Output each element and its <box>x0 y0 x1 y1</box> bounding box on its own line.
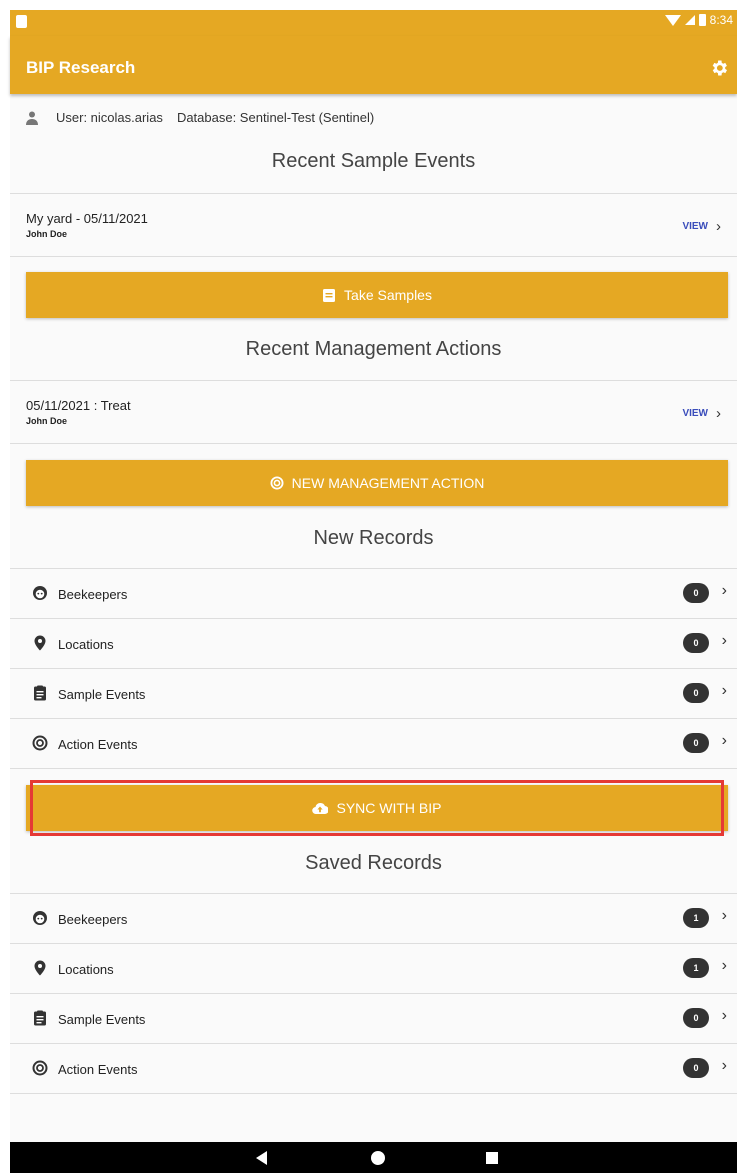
chevron-right-icon: › <box>721 682 727 699</box>
chevron-right-icon: › <box>721 907 727 924</box>
recent-action-owner: John Doe <box>26 416 68 426</box>
chevron-right-icon: › <box>721 732 727 749</box>
chevron-right-icon: › <box>716 218 721 235</box>
divider <box>10 1093 737 1094</box>
record-label: Beekeepers <box>58 912 128 927</box>
system-nav-bar <box>10 1142 737 1173</box>
spiral-icon <box>270 476 284 490</box>
battery-icon <box>698 14 706 26</box>
count-badge: 0 <box>683 1008 709 1028</box>
count-badge: 0 <box>683 633 709 653</box>
chevron-right-icon: › <box>716 405 721 422</box>
record-label: Sample Events <box>58 687 146 702</box>
beekeeper-icon <box>33 586 47 600</box>
recent-sample-title: My yard - 05/11/2021 <box>26 211 148 226</box>
new-records-sample-events[interactable]: Sample Events 0 › <box>10 669 737 718</box>
saved-records-sample-events[interactable]: Sample Events 0 › <box>10 994 737 1043</box>
spiral-icon <box>32 735 48 751</box>
signal-icon <box>684 15 695 25</box>
take-samples-label: Take Samples <box>344 287 432 303</box>
record-label: Sample Events <box>58 1012 146 1027</box>
count-badge: 1 <box>683 958 709 978</box>
new-records-title: New Records <box>313 527 434 549</box>
recent-action-title: 05/11/2021 : Treat <box>26 398 131 413</box>
wifi-icon <box>664 14 681 26</box>
gear-icon[interactable] <box>709 58 729 78</box>
saved-records-title: Saved Records <box>305 852 442 874</box>
divider <box>10 443 737 444</box>
location-pin-icon <box>34 635 46 651</box>
recent-sample-owner: John Doe <box>26 229 68 239</box>
chevron-right-icon: › <box>721 582 727 599</box>
clipboard-icon <box>34 685 46 701</box>
new-records-locations[interactable]: Locations 0 › <box>10 619 737 668</box>
sim-card-icon <box>16 15 27 28</box>
user-icon <box>26 111 38 125</box>
recent-sample-events-title: Recent Sample Events <box>271 150 476 172</box>
view-action-button[interactable]: VIEW › <box>682 405 721 422</box>
user-info: User: nicolas.arias Database: Sentinel-T… <box>26 110 374 125</box>
database-name: Database: Sentinel-Test (Sentinel) <box>176 110 375 125</box>
view-label: VIEW <box>682 408 708 419</box>
saved-records-beekeepers[interactable]: Beekeepers 1 › <box>10 894 737 943</box>
chevron-right-icon: › <box>721 957 727 974</box>
count-badge: 0 <box>683 683 709 703</box>
back-icon[interactable] <box>256 1151 267 1165</box>
clipboard-icon <box>323 289 336 302</box>
recent-management-actions-title: Recent Management Actions <box>245 338 502 360</box>
beekeeper-icon <box>33 911 47 925</box>
chevron-right-icon: › <box>721 1007 727 1024</box>
new-records-beekeepers[interactable]: Beekeepers 0 › <box>10 569 737 618</box>
new-management-action-label: NEW MANAGEMENT ACTION <box>291 475 485 491</box>
saved-records-locations[interactable]: Locations 1 › <box>10 944 737 993</box>
count-badge: 0 <box>683 1058 709 1078</box>
record-label: Beekeepers <box>58 587 128 602</box>
count-badge: 0 <box>683 583 709 603</box>
status-bar: 8:34 <box>10 10 737 36</box>
chevron-right-icon: › <box>721 632 727 649</box>
app-title: BIP Research <box>26 58 136 77</box>
saved-records-action-events[interactable]: Action Events 0 › <box>10 1044 737 1093</box>
count-badge: 1 <box>683 908 709 928</box>
chevron-right-icon: › <box>721 1057 727 1074</box>
view-label: VIEW <box>682 221 708 232</box>
divider <box>10 256 737 257</box>
new-records-action-events[interactable]: Action Events 0 › <box>10 719 737 768</box>
record-label: Locations <box>58 962 114 977</box>
spiral-icon <box>32 1060 48 1076</box>
device-screen: 8:34 BIP Research User: nicolas.arias Da… <box>10 10 737 1173</box>
record-label: Action Events <box>58 1062 138 1077</box>
sync-highlight-frame <box>30 780 724 836</box>
recents-icon[interactable] <box>486 1152 498 1164</box>
app-bar: BIP Research <box>10 36 737 94</box>
recent-sample-row[interactable]: My yard - 05/11/2021 John Doe VIEW › <box>10 194 737 256</box>
record-label: Locations <box>58 637 114 652</box>
status-time: 8:34 <box>709 13 733 27</box>
count-badge: 0 <box>683 733 709 753</box>
view-sample-button[interactable]: VIEW › <box>682 218 721 235</box>
home-icon[interactable] <box>371 1151 385 1165</box>
clipboard-icon <box>34 1010 46 1026</box>
divider <box>10 768 737 769</box>
new-management-action-button[interactable]: NEW MANAGEMENT ACTION <box>26 460 728 506</box>
take-samples-button[interactable]: Take Samples <box>26 272 728 318</box>
recent-action-row[interactable]: 05/11/2021 : Treat John Doe VIEW › <box>10 381 737 443</box>
user-name: User: nicolas.arias <box>56 110 163 125</box>
location-pin-icon <box>34 960 46 976</box>
record-label: Action Events <box>58 737 138 752</box>
